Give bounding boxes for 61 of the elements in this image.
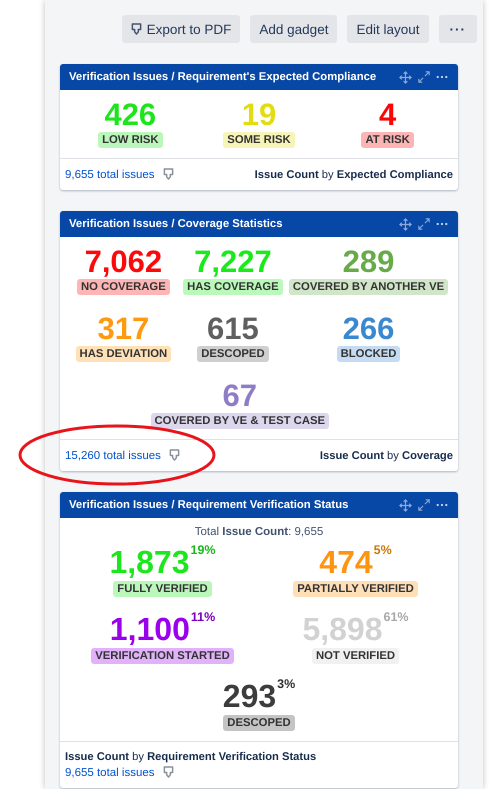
gadget-title: Verification Issues / Requirement Verification Status <box>69 499 350 511</box>
export-icon[interactable] <box>168 449 180 462</box>
expand-icon[interactable] <box>418 499 430 511</box>
total-issues-link[interactable]: 9,655 total issues <box>65 168 155 180</box>
move-icon[interactable] <box>399 70 412 84</box>
stat-label: NO COVERAGE <box>77 279 170 295</box>
total-issues-link[interactable]: 15,260 total issues <box>65 450 161 462</box>
stat-value: 19 <box>242 98 276 132</box>
stat-value: 67 <box>222 379 258 413</box>
stat-value: 293 <box>222 677 276 715</box>
stat-label: BLOCKED <box>336 346 400 362</box>
stat-label: LOW RISK <box>98 132 163 148</box>
expand-icon[interactable] <box>418 218 430 230</box>
stat-label: COVERED BY VE & TEST CASE <box>150 413 330 429</box>
expand-icon[interactable] <box>418 71 430 83</box>
export-icon[interactable] <box>162 766 174 779</box>
stat-label: DESCOPED <box>223 715 295 731</box>
stat-label: NOT VERIFIED <box>312 648 400 664</box>
stat-value: 317 <box>98 312 150 346</box>
stat-value: 1,873 <box>109 543 190 581</box>
gadget-title: Verification Issues / Requirement's Expected Compliance <box>69 71 378 83</box>
chart-caption: Issue Count by Requirement Verification Status <box>65 751 316 763</box>
stat-value: 7,227 <box>194 245 272 279</box>
stat-label: HAS DEVIATION <box>76 346 172 362</box>
stat-percent: 3% <box>277 677 296 691</box>
more-icon[interactable] <box>436 222 448 226</box>
export-icon <box>130 22 142 36</box>
more-button[interactable]: ··· <box>438 15 477 43</box>
stat-value: 4 <box>379 98 396 132</box>
total-issues-link[interactable]: 9,655 total issues <box>65 766 155 778</box>
stat-percent: 61% <box>384 610 409 624</box>
export-icon[interactable] <box>162 168 174 181</box>
stat-label: COVERED BY ANOTHER VE <box>288 279 448 295</box>
chart-caption: Issue Count by Expected Compliance <box>254 168 453 180</box>
gadget-title: Verification Issues / Coverage Statistics <box>69 218 284 230</box>
stat-percent: 19% <box>190 543 216 557</box>
export-button[interactable]: Export to PDF <box>122 15 240 43</box>
stat-value: 426 <box>104 98 156 132</box>
stat-value: 266 <box>342 312 394 346</box>
move-icon[interactable] <box>399 498 412 512</box>
toolbar-button[interactable]: Add gadget <box>250 15 338 43</box>
stat-percent: 5% <box>374 543 392 557</box>
stat-value: 615 <box>207 312 259 346</box>
chart-caption: Issue Count by Coverage <box>320 450 453 462</box>
stat-label: AT RISK <box>361 132 414 148</box>
toolbar-button[interactable]: Edit layout <box>347 15 428 43</box>
stat-label: PARTIALLY VERIFIED <box>293 581 418 597</box>
stat-percent: 11% <box>190 610 216 624</box>
stat-label: SOME RISK <box>223 132 295 148</box>
stat-label: VERIFICATION STARTED <box>91 648 234 664</box>
stat-value: 7,062 <box>84 245 162 279</box>
total-count-text: Total Issue Count: 9,655 <box>194 526 324 538</box>
stat-label: DESCOPED <box>197 346 269 362</box>
stat-value: 1,100 <box>110 610 190 648</box>
stat-label: FULLY VERIFIED <box>113 581 212 597</box>
stat-label: HAS COVERAGE <box>183 279 283 295</box>
stat-value: 474 <box>319 543 373 581</box>
more-icon[interactable] <box>436 503 448 507</box>
move-icon[interactable] <box>399 218 412 230</box>
more-icon[interactable] <box>436 75 448 79</box>
stat-value: 289 <box>342 245 394 279</box>
